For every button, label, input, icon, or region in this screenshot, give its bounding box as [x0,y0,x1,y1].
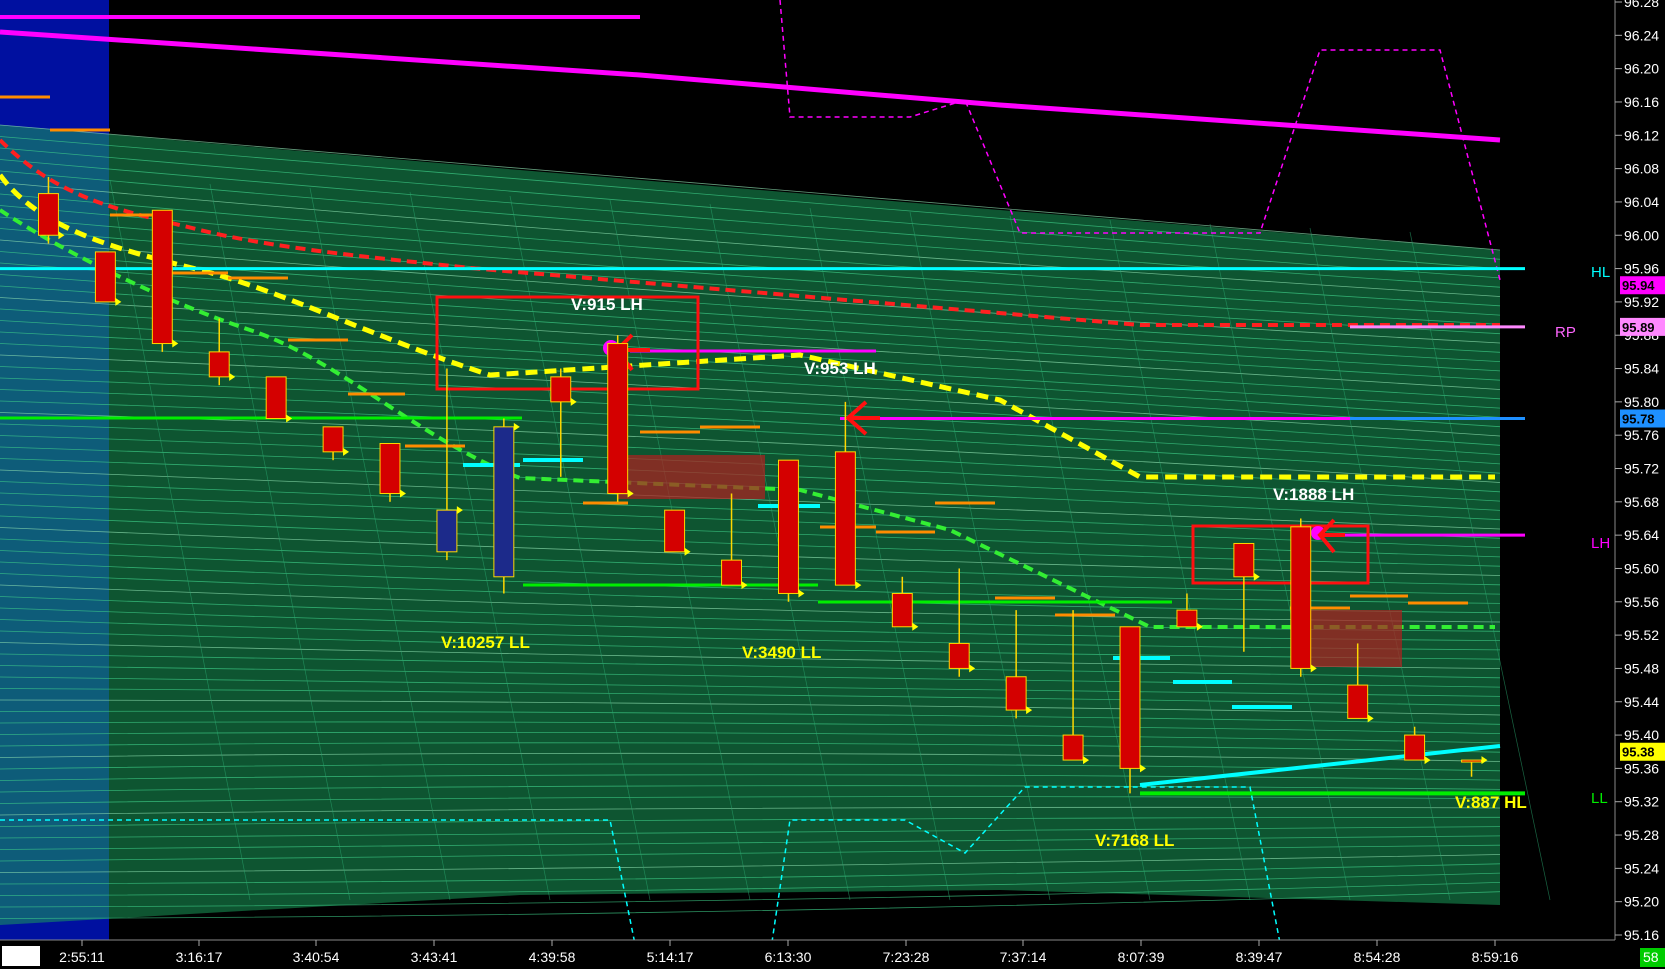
candle-body [379,443,401,494]
candle-body [550,376,572,403]
price-tag-label: 95.94 [1622,278,1655,293]
candle-body [151,209,173,345]
candle-body [493,426,515,578]
level-label: HL [1591,264,1610,281]
candle-body [1062,734,1084,761]
time-tick-label: 6:13:30 [765,949,812,965]
volume-annotation: V:1888 LH [1273,485,1354,504]
price-tick-label: 96.16 [1624,94,1659,110]
price-tick-label: 95.20 [1624,894,1659,910]
level-label: LL [1591,790,1608,807]
price-tick-label: 96.12 [1624,127,1659,143]
candle-body [265,376,287,420]
time-tick-label: 2:55:11 [59,949,105,965]
time-tick-label: 8:07:39 [1118,949,1165,965]
candle-body [1005,676,1027,711]
candle-body [1233,542,1255,578]
counter-badge: 58 [1643,949,1659,965]
candle-body [1404,734,1426,761]
time-axis[interactable]: 6-10 2:55:11 3:16:17 3:40:54 3:43:41 4:39:58 5… [0,939,1665,969]
price-tick-label: 95.84 [1624,361,1659,377]
candle-body [38,193,59,236]
volume-annotation: V:915 LH [571,295,643,314]
price-tick-label: 96.00 [1624,227,1659,243]
price-tag-label: 95.89 [1622,320,1655,335]
price-tick-label: 96.24 [1624,27,1659,43]
time-tick-label: 7:23:28 [883,949,930,965]
candle-body [436,509,458,553]
date-label: 6-10 [5,948,33,964]
red-zone-2 [1300,610,1402,667]
candle-body [208,351,230,378]
candle-body [1119,626,1141,769]
price-tick-label: 95.56 [1624,594,1659,610]
price-tick-label: 95.44 [1624,694,1659,710]
price-tick-label: 95.72 [1624,461,1659,477]
price-tag-label: 95.78 [1622,412,1655,427]
time-tick-label: 7:37:14 [1000,949,1047,965]
candle-body [664,509,686,553]
volume-annotation: V:3490 LL [742,643,821,662]
time-tick-label: 5:14:17 [647,949,694,965]
price-tag-label: 95.38 [1622,745,1655,760]
price-tick-label: 95.80 [1624,394,1659,410]
candlestick-chart[interactable]: V:915 LH V:953 LH V:1888 LH V:10257 LL V:349… [0,0,1665,969]
time-tick-label: 8:54:28 [1354,949,1401,965]
time-axis-bg [0,940,1665,969]
price-tick-label: 95.40 [1624,727,1659,743]
price-tick-label: 96.04 [1624,194,1659,210]
volume-annotation: V:887 HL [1455,793,1527,812]
price-tick-label: 95.96 [1624,261,1659,277]
price-tick-label: 95.36 [1624,760,1659,776]
time-tick-label: 4:39:58 [529,949,576,965]
time-tick-label: 8:39:47 [1236,949,1283,965]
price-tick-label: 96.20 [1624,61,1659,77]
level-label: RP [1555,324,1576,341]
price-tick-label: 95.60 [1624,560,1659,576]
price-tick-label: 95.48 [1624,660,1659,676]
candle-body [1176,609,1198,628]
red-zone-1 [617,455,765,499]
price-tick-label: 95.28 [1624,827,1659,843]
price-tick-label: 95.68 [1624,494,1659,510]
candle-body [322,426,344,453]
volume-annotation: V:10257 LL [441,633,530,652]
time-tick-label: 3:43:41 [411,949,458,965]
time-tick-label: 3:40:54 [293,949,340,965]
candle-body [721,559,742,586]
candle-body [891,592,913,628]
level-label: LH [1591,535,1610,552]
time-tick-label: 3:16:17 [176,949,223,965]
price-tick-label: 95.64 [1624,527,1659,543]
candle-body [607,343,629,494]
candle-body [1461,759,1482,763]
candle-body [778,459,799,594]
candle-body [834,451,856,586]
price-tick-label: 95.52 [1624,627,1659,643]
price-tick-label: 95.24 [1624,860,1659,876]
price-tick-label: 95.76 [1624,427,1659,443]
candle-body [948,642,970,669]
candle-body [1347,684,1369,719]
volume-annotation: V:7168 LL [1095,831,1174,850]
volume-annotation: V:953 LH [804,359,876,378]
price-tick-label: 96.28 [1624,0,1659,10]
candle-body [1290,526,1312,669]
price-tick-label: 95.92 [1624,294,1659,310]
candle-body [94,251,116,303]
time-tick-label: 8:59:16 [1472,949,1519,965]
price-tick-label: 96.08 [1624,161,1659,177]
price-tick-label: 95.32 [1624,794,1659,810]
